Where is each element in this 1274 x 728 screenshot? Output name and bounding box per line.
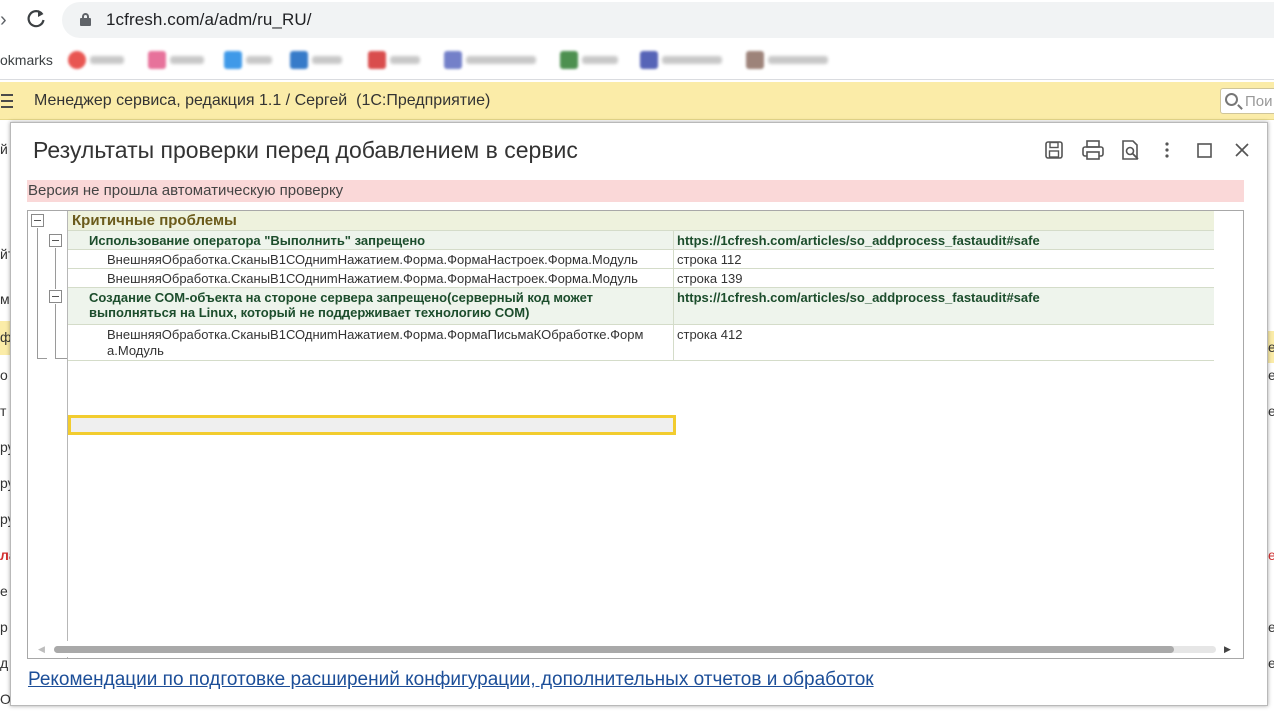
bg-text: ру	[0, 439, 10, 455]
recommendations-link[interactable]: Рекомендации по подготовке расширений ко…	[28, 669, 874, 691]
menu-icon[interactable]	[1, 94, 13, 108]
bg-text: м	[0, 291, 10, 307]
issue-link[interactable]: https://1cfresh.com/articles/so_addproce…	[674, 231, 1214, 249]
bg-text: е	[0, 583, 8, 599]
close-icon[interactable]	[1231, 139, 1255, 163]
horizontal-scrollbar[interactable]: ◀ ▶	[28, 641, 1243, 657]
results-grid: Критичные проблемы Использование операто…	[68, 211, 1214, 361]
line-cell: строка 112	[677, 252, 742, 267]
lock-icon[interactable]	[80, 13, 91, 26]
maximize-icon[interactable]	[1194, 139, 1218, 163]
app-title: Менеджер сервиса, редакция 1.1 / Сергей …	[34, 92, 491, 109]
print-preview-icon[interactable]	[1119, 139, 1143, 163]
issue-title-line: выполняться на Linux, который не поддерж…	[89, 305, 530, 320]
bg-text: е	[1268, 655, 1274, 671]
table-row[interactable]: ВнешняяОбработка.СканыВ1СОдниmНажатием.Ф…	[68, 250, 1214, 269]
bg-text: йт	[0, 246, 10, 262]
scroll-thumb[interactable]	[54, 646, 1174, 653]
bookmark-item[interactable]	[368, 50, 428, 70]
collapse-icon[interactable]	[49, 234, 62, 247]
issue-title: Использование оператора "Выполнить" запр…	[68, 231, 674, 249]
module-cell: ВнешняяОбработка.СканыВ1СОдниmНажатием.Ф…	[68, 250, 674, 268]
url-text[interactable]: 1cfresh.com/a/adm/ru_RU/	[106, 10, 312, 30]
tree-line	[55, 304, 56, 358]
bookmark-item[interactable]	[560, 50, 626, 70]
focused-input-cell[interactable]	[68, 415, 676, 435]
browser-toolbar: › 1cfresh.com/a/adm/ru_RU/	[0, 0, 1274, 40]
critical-header: Критичные проблемы	[72, 212, 237, 229]
bg-text: е	[1268, 619, 1274, 635]
scroll-right-icon[interactable]: ▶	[1224, 644, 1231, 655]
search-icon	[1225, 93, 1238, 106]
bg-text: т	[0, 403, 7, 419]
bookmark-item[interactable]	[290, 50, 352, 70]
table-row[interactable]: ВнешняяОбработка.СканыВ1СОдниmНажатием.Ф…	[68, 325, 1214, 361]
collapse-icon[interactable]	[31, 214, 44, 227]
bg-text: ру	[0, 475, 10, 491]
bg-text: д	[0, 655, 9, 671]
scroll-left-icon[interactable]: ◀	[38, 644, 45, 655]
bg-text: ф	[0, 321, 10, 355]
save-icon[interactable]	[1043, 139, 1067, 163]
tree-line	[55, 248, 56, 289]
issue-group-row[interactable]: Создание COM-объекта на стороне сервера …	[68, 288, 1214, 325]
issue-title-line: Создание COM-объекта на стороне сервера …	[89, 290, 594, 305]
bg-text: е	[1268, 403, 1274, 419]
warning-message: Версия не прошла автоматическую проверку	[27, 180, 1244, 202]
address-bar[interactable]: 1cfresh.com/a/adm/ru_RU/	[62, 2, 1274, 38]
app-header: Менеджер сервиса, редакция 1.1 / Сергей …	[0, 82, 1274, 120]
bg-text: е	[1268, 367, 1274, 383]
bg-text: ОТ	[0, 691, 10, 707]
tree-line	[37, 358, 47, 359]
bg-text: ла	[0, 547, 10, 563]
module-line: а.Модуль	[107, 343, 164, 358]
bookmarks-bar: okmarks	[0, 40, 1274, 80]
bg-text: о	[0, 367, 8, 383]
scroll-track[interactable]	[54, 646, 1216, 653]
bg-text: ру	[0, 511, 10, 527]
tree-line	[37, 228, 38, 358]
search-placeholder: Пои	[1245, 93, 1273, 110]
table-row[interactable]: ВнешняяОбработка.СканыВ1СОдниmНажатием.Ф…	[68, 269, 1214, 288]
issue-group-row[interactable]: Использование оператора "Выполнить" запр…	[68, 231, 1214, 250]
issue-title: Создание COM-объекта на стороне сервера …	[68, 288, 674, 324]
line-cell: строка 412	[677, 327, 743, 342]
module-cell: ВнешняяОбработка.СканыВ1СОдниmНажатием.Ф…	[68, 269, 674, 287]
bookmarks-label[interactable]: okmarks	[0, 52, 53, 68]
reload-icon[interactable]	[24, 6, 48, 32]
module-line: ВнешняяОбработка.СканыВ1СОдниmНажатием.Ф…	[107, 327, 644, 342]
collapse-icon[interactable]	[49, 290, 62, 303]
bookmark-item[interactable]	[224, 50, 280, 70]
print-icon[interactable]	[1081, 139, 1105, 163]
bg-text: ер	[1268, 331, 1274, 363]
issue-link[interactable]: https://1cfresh.com/articles/so_addproce…	[674, 288, 1214, 324]
bookmark-item[interactable]	[68, 50, 138, 70]
critical-header-row[interactable]: Критичные проблемы	[68, 211, 1214, 231]
line-cell: строка 139	[677, 271, 743, 286]
bg-text: й	[0, 141, 8, 157]
bg-text: е	[1268, 547, 1274, 563]
bookmark-item[interactable]	[640, 50, 736, 70]
bg-text: р	[0, 619, 8, 635]
back-icon[interactable]: ›	[0, 10, 14, 30]
dialog-title: Результаты проверки перед добавлением в …	[33, 137, 578, 163]
bookmark-item[interactable]	[148, 50, 214, 70]
background-content-left: й йт м ф о т ру ру ру ла е р д ОТ	[0, 121, 10, 728]
more-icon[interactable]	[1155, 139, 1179, 163]
check-results-dialog: Результаты проверки перед добавлением в …	[10, 122, 1268, 706]
bookmark-item[interactable]	[444, 50, 544, 70]
module-cell: ВнешняяОбработка.СканыВ1СОдниmНажатием.Ф…	[68, 325, 674, 360]
tree-gutter	[28, 211, 68, 658]
search-input[interactable]: Пои	[1220, 88, 1274, 114]
results-tree[interactable]: Критичные проблемы Использование операто…	[27, 210, 1244, 659]
bookmark-item[interactable]	[746, 50, 842, 70]
background-content-right: ер е е е е е	[1268, 121, 1274, 728]
tree-line	[55, 358, 67, 359]
